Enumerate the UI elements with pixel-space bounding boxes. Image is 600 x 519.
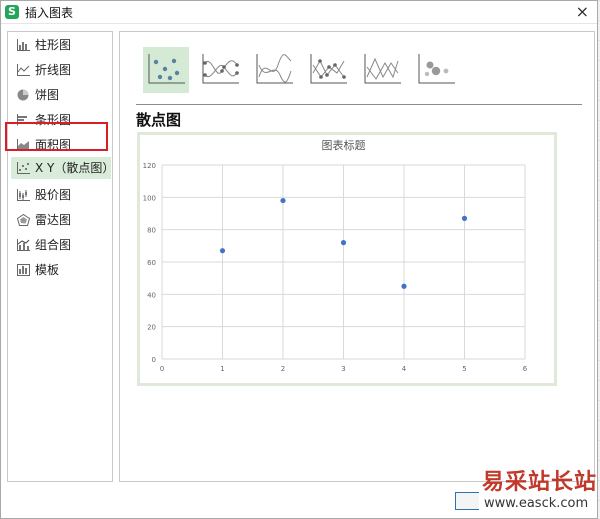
y-tick-label: 80 [147, 227, 156, 235]
bar-chart-icon [17, 114, 29, 126]
chart-preview[interactable]: 图表标题 0 20 40 60 80 100 120 0 1 2 3 4 5 6 [137, 132, 557, 386]
subtype-scatter-smooth-lines[interactable] [251, 47, 297, 93]
y-tick-label: 60 [147, 259, 156, 267]
scatter-smooth-lines-icon [256, 54, 293, 84]
section-divider [136, 104, 582, 105]
dialog-titlebar: S 插入图表 × [1, 1, 597, 24]
y-tick-label: 20 [147, 324, 156, 332]
x-tick-label: 2 [281, 365, 285, 373]
scatter-markers-icon [148, 54, 185, 84]
chart-type-list: 柱形图 折线图 饼图 条形图 面积图 X Y（散点图） 股价图 雷达图 组合图 … [7, 31, 115, 482]
column-chart-icon [17, 39, 30, 51]
sidebar-item-bar[interactable]: 条形图 [11, 109, 111, 131]
sidebar-item-label: 折线图 [35, 63, 72, 77]
sidebar-item-label: 股价图 [35, 188, 72, 202]
x-tick-label: 6 [523, 365, 528, 373]
subtype-scatter-markers[interactable] [143, 47, 189, 93]
scatter-straight-lines-markers-icon [310, 54, 347, 84]
sidebar-item-label: 饼图 [35, 88, 60, 102]
sidebar-item-label: 柱形图 [35, 38, 72, 52]
x-tick-label: 3 [341, 365, 345, 373]
data-point [219, 248, 226, 254]
x-tick-label: 5 [462, 365, 466, 373]
ok-button[interactable] [455, 492, 479, 510]
scatter-smooth-lines-markers-icon [202, 54, 239, 84]
sidebar-item-column[interactable]: 柱形图 [11, 34, 111, 56]
scatter-straight-lines-icon [364, 54, 401, 84]
subtype-scatter-straight-lines[interactable] [359, 47, 405, 93]
template-icon [17, 264, 30, 276]
pie-chart-icon [17, 89, 29, 101]
sidebar-item-template[interactable]: 模板 [11, 259, 111, 281]
chart-title: 图表标题 [322, 138, 366, 152]
data-point [461, 215, 468, 221]
radar-chart-icon [17, 214, 30, 226]
line-chart-icon [17, 64, 30, 76]
data-point [340, 240, 347, 246]
close-icon[interactable]: × [576, 2, 589, 21]
scatter-chart-icon [17, 162, 30, 174]
x-tick-label: 4 [402, 365, 407, 373]
insert-chart-dialog: S 插入图表 × 柱形图 折线图 饼图 条形图 面积图 X Y（散点图） 股价图… [0, 0, 598, 519]
sidebar-item-pie[interactable]: 饼图 [11, 84, 111, 106]
y-tick-label: 100 [143, 194, 156, 202]
scatter-chart: 图表标题 0 20 40 60 80 100 120 0 1 2 3 4 5 6 [143, 138, 528, 373]
sidebar-item-radar[interactable]: 雷达图 [11, 209, 111, 231]
subtype-scatter-smooth-lines-markers[interactable] [197, 47, 243, 93]
stock-chart-icon [17, 189, 30, 201]
data-point [401, 283, 407, 289]
sidebar-item-combo[interactable]: 组合图 [11, 234, 111, 256]
area-chart-icon [17, 139, 30, 151]
sidebar-item-label: 雷达图 [35, 213, 72, 227]
sidebar-item-label: X Y（散点图） [35, 161, 115, 175]
sidebar-item-label: 条形图 [35, 113, 72, 127]
app-logo-icon: S [5, 5, 19, 19]
sidebar-item-label: 面积图 [35, 138, 72, 152]
subtype-scatter-straight-lines-markers[interactable] [305, 47, 351, 93]
sidebar-item-stock[interactable]: 股价图 [11, 184, 111, 206]
y-tick-label: 40 [147, 291, 156, 299]
chart-options-panel: 散点图 图表标题 0 20 40 60 80 100 120 0 1 2 3 4 5 6 [119, 31, 595, 482]
section-title: 散点图 [136, 111, 182, 129]
subtype-bubble[interactable] [413, 47, 459, 93]
combo-chart-icon [17, 239, 30, 251]
bubble-chart-icon [418, 54, 455, 84]
sidebar-item-line[interactable]: 折线图 [11, 59, 111, 81]
sidebar-item-scatter[interactable]: X Y（散点图） [11, 157, 115, 179]
x-tick-label: 0 [160, 365, 164, 373]
data-point [280, 197, 286, 204]
sidebar-item-label: 组合图 [35, 238, 72, 252]
x-tick-label: 1 [220, 365, 224, 373]
y-tick-label: 0 [152, 356, 156, 364]
sidebar-item-area[interactable]: 面积图 [11, 134, 111, 156]
y-tick-label: 120 [143, 162, 156, 170]
dialog-title: 插入图表 [25, 6, 74, 20]
sidebar-item-label: 模板 [35, 263, 60, 277]
